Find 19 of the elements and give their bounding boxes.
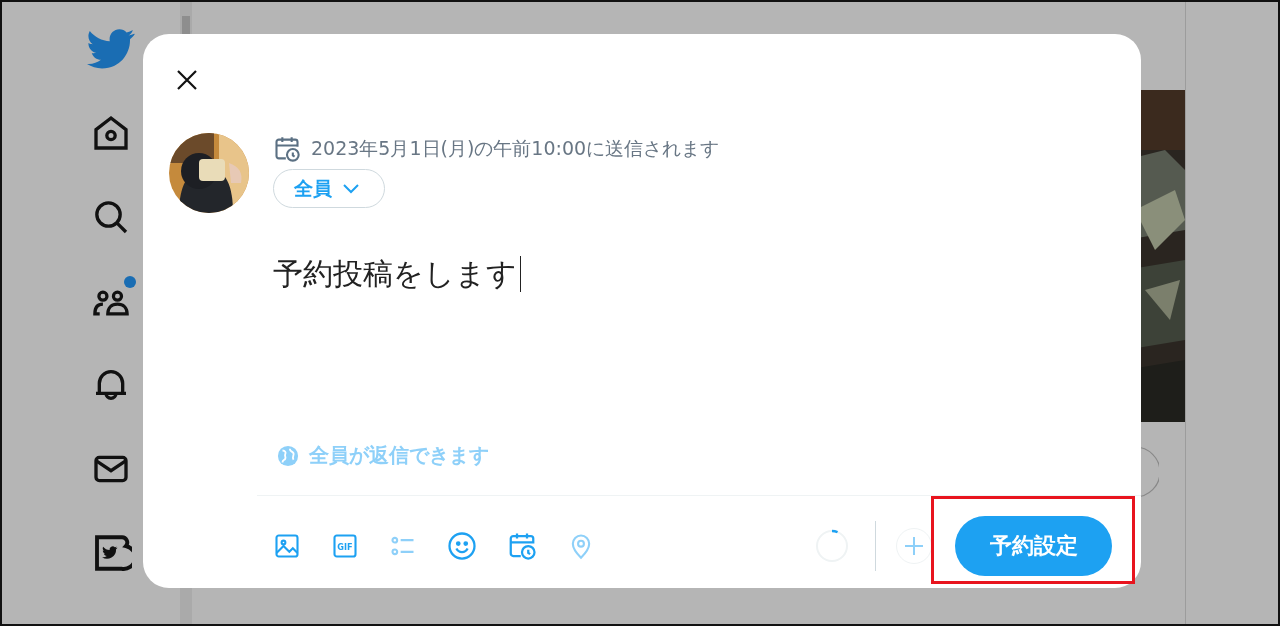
calendar-clock-icon[interactable] (507, 531, 537, 561)
audience-dropdown[interactable]: 全員 (273, 169, 385, 208)
tweet-text[interactable]: 予約投稿をします (273, 254, 517, 294)
globe-icon (277, 444, 299, 467)
close-icon (176, 69, 198, 91)
reply-setting[interactable]: 全員が返信できます (277, 442, 489, 469)
schedule-button[interactable]: 予約設定 (955, 516, 1112, 576)
image-icon[interactable] (273, 532, 301, 560)
text-cursor (520, 256, 521, 292)
plus-icon (904, 536, 924, 556)
character-counter (815, 529, 849, 563)
schedule-notice: 2023年5月1日(月)の午前10:00に送信されます (311, 136, 720, 161)
smiley-icon[interactable] (447, 531, 477, 561)
chevron-down-icon (342, 182, 360, 195)
calendar-clock-icon (273, 135, 301, 163)
add-button[interactable] (896, 528, 932, 564)
gif-icon[interactable]: GIF (331, 532, 359, 560)
bird-logo-icon[interactable] (87, 29, 135, 69)
home-icon[interactable] (91, 113, 131, 153)
